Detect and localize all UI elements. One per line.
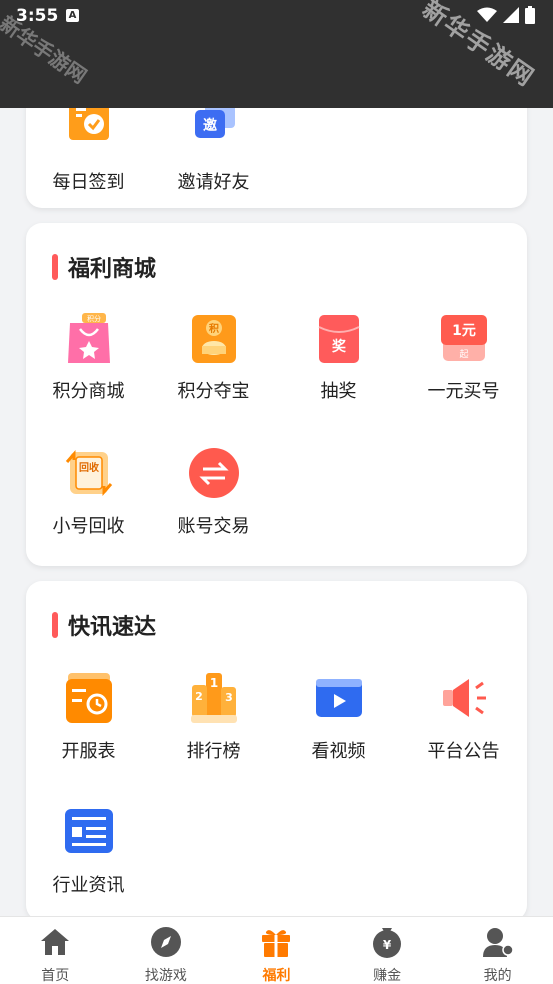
- item-label: 看视频: [311, 741, 366, 762]
- welfare-mall-card: 福利商城 积分 积分商城 积 积分夺宝 奖 抽奖 1元 起 一元买号 回收 小号…: [26, 223, 527, 566]
- one-yuan-icon: 1元 起: [439, 313, 489, 363]
- tab-label: 福利: [262, 968, 291, 984]
- gift-icon: [262, 930, 291, 957]
- tab-profile[interactable]: 我的: [442, 917, 553, 984]
- recycle-badge-text: 回收: [79, 461, 99, 474]
- invite-friends-item[interactable]: 邀 邀请好友: [151, 104, 276, 194]
- system-icons: [477, 6, 535, 24]
- rank-2-text: 2: [195, 690, 203, 703]
- title-accent-bar: [52, 254, 58, 280]
- status-bar: 3:55 A 新华手游网 新华手游网: [0, 0, 553, 108]
- ranking-item[interactable]: 1 2 3 排行榜: [151, 673, 276, 763]
- item-label: 小号回收: [52, 516, 125, 537]
- item-label: 积分商城: [52, 381, 125, 402]
- money-bag-icon: ¥: [373, 928, 402, 958]
- industry-news-item[interactable]: 行业资讯: [26, 807, 151, 897]
- tab-label: 找游戏: [144, 968, 187, 984]
- section-title: 快讯速达: [52, 609, 156, 641]
- platform-announcement-item[interactable]: 平台公告: [401, 673, 526, 763]
- section-title: 福利商城: [52, 251, 156, 283]
- points-mall-bag-icon: 积分: [64, 313, 114, 363]
- tab-label: 我的: [483, 968, 512, 984]
- yuan-symbol: ¥: [383, 938, 392, 952]
- lottery-envelope-icon: 奖: [314, 313, 364, 363]
- item-label: 平台公告: [427, 741, 500, 762]
- item-label: 积分夺宝: [177, 381, 250, 402]
- server-schedule-icon: [64, 673, 114, 723]
- one-yuan-item[interactable]: 1元 起 一元买号: [401, 313, 526, 403]
- checkin-icon: [64, 104, 114, 154]
- news-card: 快讯速达 开服表 1 2 3 排行榜 看视频 平台公告 行业资讯: [26, 581, 527, 921]
- item-label: 开服表: [61, 741, 116, 762]
- tab-home[interactable]: 首页: [0, 917, 111, 984]
- tab-welfare[interactable]: 福利: [221, 917, 332, 984]
- treasure-badge-text: 积: [209, 322, 219, 335]
- item-label: 账号交易: [177, 516, 250, 537]
- profile-icon: [482, 928, 514, 957]
- points-treasure-icon: 积: [189, 313, 239, 363]
- item-label: 行业资讯: [52, 875, 125, 896]
- battery-icon: [525, 6, 535, 24]
- tab-earn-gold[interactable]: ¥ 赚金: [332, 917, 443, 984]
- points-treasure-item[interactable]: 积 积分夺宝: [151, 313, 276, 403]
- announcement-megaphone-icon: [439, 673, 489, 723]
- item-label: 每日签到: [52, 172, 125, 193]
- one-yuan-badge-text: 1元: [452, 323, 476, 339]
- bottom-tab-bar: 首页 找游戏 福利 ¥ 赚金 我的: [0, 916, 553, 984]
- tab-label: 首页: [41, 968, 70, 984]
- item-label: 排行榜: [186, 741, 241, 762]
- points-mall-item[interactable]: 积分 积分商城: [26, 313, 151, 403]
- industry-news-icon: [64, 807, 114, 857]
- notification-a-icon: A: [66, 9, 79, 22]
- account-trade-icon: [188, 448, 239, 498]
- account-recycle-item[interactable]: 回收 小号回收: [26, 448, 151, 538]
- one-yuan-sub-text: 起: [459, 349, 468, 360]
- lottery-item[interactable]: 奖 抽奖: [276, 313, 401, 403]
- compass-icon: [150, 927, 181, 957]
- tab-find-games[interactable]: 找游戏: [111, 917, 222, 984]
- rank-1-text: 1: [209, 676, 217, 690]
- watch-video-item[interactable]: 看视频: [276, 673, 401, 763]
- account-trade-item[interactable]: 账号交易: [151, 448, 276, 538]
- item-label: 抽奖: [320, 381, 357, 402]
- invite-icon: 邀: [189, 104, 239, 154]
- tab-label: 赚金: [373, 968, 402, 984]
- home-icon: [41, 929, 70, 955]
- rank-3-text: 3: [225, 691, 233, 704]
- lottery-badge-text: 奖: [332, 338, 347, 355]
- bag-badge-text: 积分: [87, 314, 101, 323]
- item-label: 邀请好友: [177, 172, 250, 193]
- invite-icon-glyph: 邀: [203, 117, 217, 134]
- section-title-text: 福利商城: [68, 257, 157, 282]
- video-icon: [314, 673, 364, 723]
- title-accent-bar: [52, 612, 58, 638]
- daily-checkin-item[interactable]: 每日签到: [26, 104, 151, 194]
- section-title-text: 快讯速达: [68, 615, 157, 640]
- signal-icon: [503, 7, 519, 23]
- item-label: 一元买号: [427, 381, 500, 402]
- ranking-podium-icon: 1 2 3: [189, 673, 239, 723]
- server-schedule-item[interactable]: 开服表: [26, 673, 151, 763]
- recycle-icon: 回收: [64, 448, 114, 498]
